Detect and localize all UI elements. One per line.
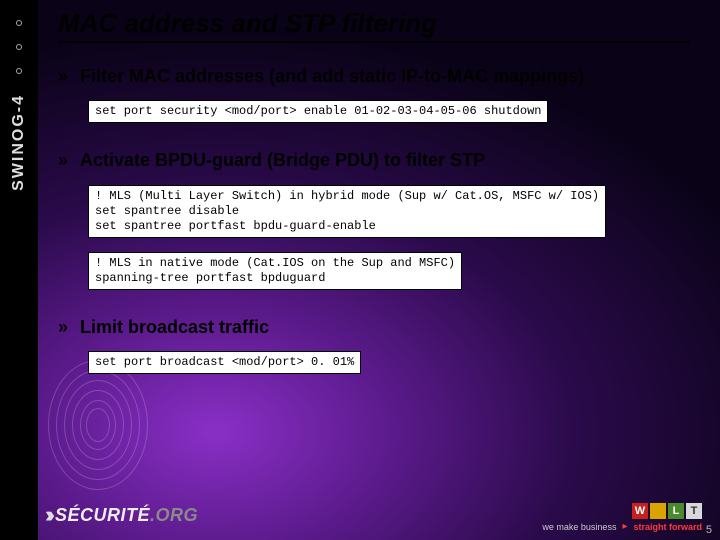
bullet: » Activate BPDU-guard (Bridge PDU) to fi… [58, 149, 690, 172]
code-block: ! MLS in native mode (Cat.IOS on the Sup… [88, 252, 462, 290]
code-block: set port security <mod/port> enable 01-0… [88, 100, 548, 123]
wlt-block: W [632, 503, 648, 519]
bullet: » Filter MAC addresses (and add static I… [58, 65, 690, 88]
logo-securite: ››› SÉCURITÉ.ORG [45, 502, 198, 528]
wlt-block: L [668, 503, 684, 519]
bullet-text: Filter MAC addresses (and add static IP-… [80, 65, 584, 88]
slide-title: MAC address and STP filtering [58, 8, 690, 43]
sidebar-label: SWINOG-4 [10, 94, 28, 191]
tagline-em: straight forward [633, 522, 702, 532]
bullet-marker-icon: » [58, 149, 68, 172]
bullet-text: Limit broadcast traffic [80, 316, 269, 339]
dot-icon [16, 68, 22, 74]
wlt-block [650, 503, 666, 519]
logo-wlt: W L T we make business ▸ straight forwar… [542, 503, 702, 532]
chevrons-icon: ››› [45, 502, 49, 528]
wlt-block: T [686, 503, 702, 519]
fingerprint-graphic [38, 350, 158, 500]
arrow-icon: ▸ [622, 521, 627, 532]
logo-suffix: .ORG [150, 505, 198, 526]
sidebar-dots [16, 20, 22, 74]
bullet-marker-icon: » [58, 65, 68, 88]
section-mac-filter: » Filter MAC addresses (and add static I… [58, 65, 690, 131]
sidebar: SWINOG-4 [0, 0, 38, 540]
bullet: » Limit broadcast traffic [58, 316, 690, 339]
wlt-blocks: W L T [632, 503, 702, 519]
code-block: ! MLS (Multi Layer Switch) in hybrid mod… [88, 185, 606, 238]
page-number: 5 [706, 524, 712, 536]
bullet-text: Activate BPDU-guard (Bridge PDU) to filt… [80, 149, 485, 172]
bullet-marker-icon: » [58, 316, 68, 339]
dot-icon [16, 20, 22, 26]
section-bpdu-guard: » Activate BPDU-guard (Bridge PDU) to fi… [58, 149, 690, 297]
logo-brand: SÉCURITÉ [55, 505, 150, 526]
tagline: we make business ▸ straight forward [542, 521, 702, 532]
tagline-plain: we make business [542, 522, 616, 532]
dot-icon [16, 44, 22, 50]
